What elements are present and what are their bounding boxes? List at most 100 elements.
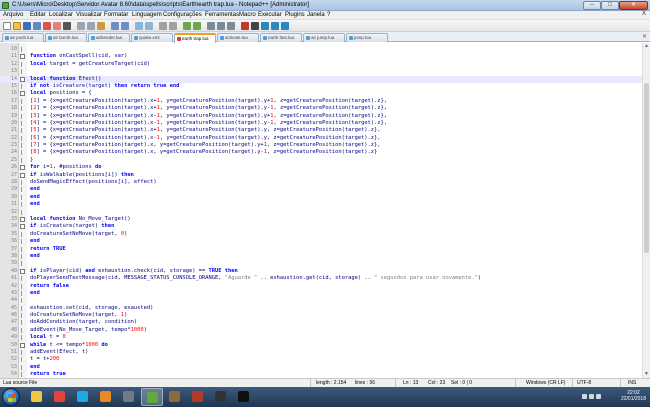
taskbar-app[interactable] [141, 388, 163, 406]
menu-linguagem[interactable]: Linguagem [132, 12, 162, 18]
code-line[interactable]: 20 [4] = {x=getCreaturePosition(target).x… [0, 120, 642, 127]
code-line[interactable]: 18 [2] = {x=getCreaturePosition(target).x… [0, 105, 642, 112]
tab-air-jump[interactable]: air jump.lua [303, 33, 345, 42]
tab-jump[interactable]: jump.lua [346, 33, 388, 42]
code-line[interactable]: 22 [6] = {x=getCreaturePosition(target).x… [0, 135, 642, 142]
code-line[interactable]: 45 exhaustion.set(cid, storage, exausted) [0, 305, 642, 312]
paste-icon[interactable] [97, 22, 105, 30]
taskbar-app[interactable] [26, 388, 48, 406]
fold-toggle-icon[interactable] [20, 54, 25, 60]
tab-air-bomb[interactable]: air bomb.lua [45, 33, 87, 42]
code-line[interactable]: 29 end [0, 186, 642, 193]
code-line[interactable]: 25} [0, 157, 642, 164]
redo-icon[interactable] [121, 22, 129, 30]
fold-toggle-icon[interactable] [20, 91, 25, 97]
code-line[interactable]: 42 return false [0, 283, 642, 290]
code-line[interactable]: 37 return TRUE [0, 246, 642, 253]
word-wrap-icon[interactable] [207, 22, 215, 30]
code-line[interactable]: 52 t = t+200 [0, 356, 642, 363]
sync-v-icon[interactable] [183, 22, 191, 30]
save-all-icon[interactable] [33, 22, 41, 30]
taskbar-app[interactable] [210, 388, 232, 406]
code-line[interactable]: 51 addEvent(Efect, t) [0, 349, 642, 356]
code-line[interactable]: 43 end [0, 290, 642, 297]
taskbar-app[interactable] [233, 388, 255, 406]
save-macro-icon[interactable] [281, 22, 289, 30]
indent-guide-icon[interactable] [227, 22, 235, 30]
code-line[interactable]: 49 local t = 0 [0, 334, 642, 341]
insert-mode[interactable]: INS [628, 380, 636, 386]
tray-arrow-icon[interactable] [582, 394, 587, 399]
vertical-scrollbar[interactable]: ▲ ▼ [642, 43, 650, 378]
code-line[interactable]: 26 for i=1, #positions do [0, 164, 642, 171]
fold-toggle-icon[interactable] [20, 268, 25, 274]
code-line[interactable]: 21 [5] = {x=getCreaturePosition(target).x… [0, 127, 642, 134]
close-all-icon[interactable] [53, 22, 61, 30]
open-file-icon[interactable] [13, 22, 21, 30]
code-line[interactable]: 32 [0, 209, 642, 216]
code-line[interactable]: 24 [8] = {x=getCreaturePosition(target).x… [0, 149, 642, 156]
network-icon[interactable] [589, 394, 594, 399]
menu-formatar[interactable]: Formatar [104, 12, 128, 18]
code-lines[interactable]: 10 11 function onCastSpell(cid, var) 12 loca… [0, 46, 642, 386]
record-macro-icon[interactable] [241, 22, 249, 30]
code-line[interactable]: 23 [7] = {x=getCreaturePosition(target).x… [0, 142, 642, 149]
taskbar-app[interactable] [95, 388, 117, 406]
fold-toggle-icon[interactable] [20, 165, 25, 171]
code-line[interactable]: 48 addEvent(No_Move_Target, tempo*1000) [0, 327, 642, 334]
minimize-button[interactable]: – [583, 1, 601, 10]
code-line[interactable]: 30 end [0, 194, 642, 201]
find-icon[interactable] [135, 22, 143, 30]
taskbar-app[interactable] [187, 388, 209, 406]
tab-earth-fast[interactable]: earth fast.lua [260, 33, 302, 42]
eol-format[interactable]: Windows (CR LF) [526, 380, 565, 386]
code-line[interactable]: 33 local function No_Move_Target() [0, 216, 642, 223]
close-button[interactable]: ✕ [619, 1, 648, 10]
code-line[interactable]: 13 [0, 68, 642, 75]
code-line[interactable]: 41 doPlayerSendTextMessage(cid, MESSAGE_S… [0, 275, 642, 282]
fold-toggle-icon[interactable] [20, 76, 25, 82]
code-line[interactable]: 50 while t <= tempo*1000 do [0, 342, 642, 349]
show-all-chars-icon[interactable] [217, 22, 225, 30]
cut-icon[interactable] [77, 22, 85, 30]
zoom-out-icon[interactable] [169, 22, 177, 30]
replace-icon[interactable] [145, 22, 153, 30]
code-editor[interactable]: 10 11 function onCastSpell(cid, var) 12 loca… [0, 43, 650, 385]
code-line[interactable]: 14 local function Efect() [0, 75, 642, 83]
code-line[interactable]: 53 end [0, 364, 642, 371]
code-line[interactable]: 12 local target = getCreatureTarget(cid) [0, 61, 642, 68]
code-line[interactable]: 39 [0, 260, 642, 267]
code-line[interactable]: 11 function onCastSpell(cid, var) [0, 53, 642, 60]
code-line[interactable]: 38 end [0, 253, 642, 260]
tab-earth-trap[interactable]: earth trap.lua [174, 33, 216, 43]
menu-visualizar[interactable]: Visualizar [76, 12, 102, 18]
run-macro-multiple-icon[interactable] [271, 22, 279, 30]
close-document-icon[interactable]: X [642, 11, 646, 17]
code-line[interactable]: 44 [0, 297, 642, 304]
encoding[interactable]: UTF-8 [577, 380, 591, 386]
fold-toggle-icon[interactable] [20, 172, 25, 178]
clock[interactable]: 22:02 22/01/2018 [621, 390, 646, 402]
code-line[interactable]: 46 doCreatureSetNoMove(target, 1) [0, 312, 642, 319]
code-line[interactable]: 35 doCreatureSetNoMove(target, 0) [0, 231, 642, 238]
menu-editar[interactable]: Editar [30, 12, 46, 18]
copy-icon[interactable] [87, 22, 95, 30]
menu-janela[interactable]: Janela [307, 12, 325, 18]
code-line[interactable]: 36 end [0, 238, 642, 245]
menu-macro[interactable]: Macro [239, 12, 256, 18]
tab-airbender[interactable]: airbender.lua [88, 33, 130, 42]
taskbar-app[interactable] [49, 388, 71, 406]
sync-h-icon[interactable] [193, 22, 201, 30]
save-icon[interactable] [23, 22, 31, 30]
play-macro-icon[interactable] [261, 22, 269, 30]
menu-configuracoes[interactable]: Configurações [163, 12, 202, 18]
menu-localizar[interactable]: Localizar [49, 12, 73, 18]
taskbar-app[interactable] [118, 388, 140, 406]
code-line[interactable]: 47 doAddCondition(target, condition) [0, 319, 642, 326]
code-line[interactable]: 31 end [0, 201, 642, 208]
fold-toggle-icon[interactable] [20, 216, 25, 222]
code-line[interactable]: 40 if isPlayer(cid) and exhaustion.check(… [0, 268, 642, 275]
volume-icon[interactable] [596, 394, 601, 399]
menu-arquivo[interactable]: Arquivo [3, 12, 23, 18]
menu-executar[interactable]: Executar [258, 12, 282, 18]
